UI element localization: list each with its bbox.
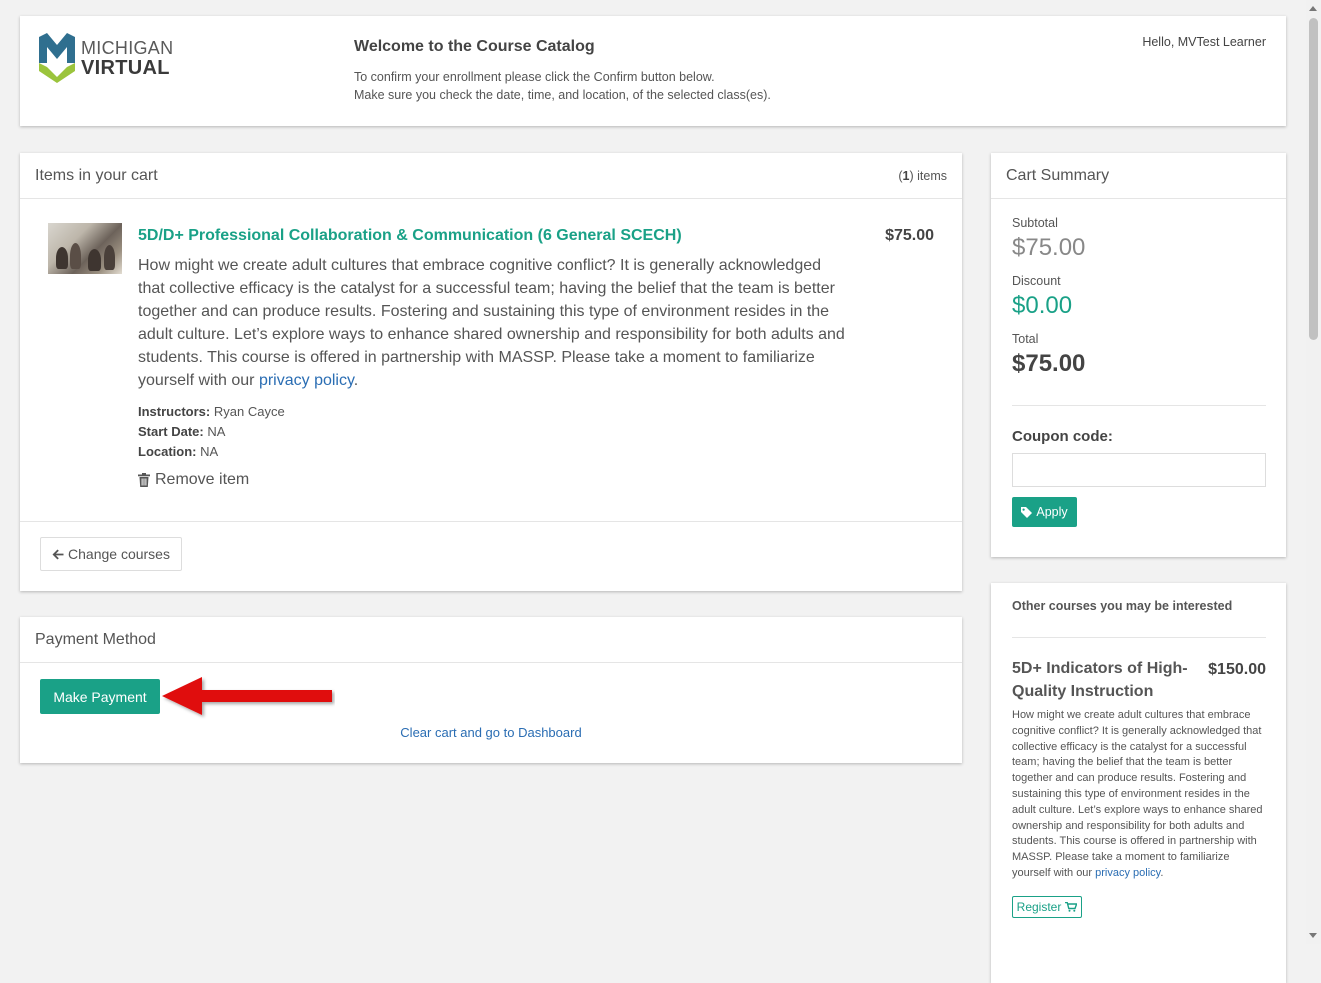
arrow-left-icon — [52, 549, 64, 559]
summary-header: Cart Summary — [991, 153, 1286, 199]
logo-text-line2: VIRTUAL — [81, 57, 170, 79]
user-greeting[interactable]: Hello, MVTest Learner — [1142, 35, 1266, 49]
total-value: $75.00 — [1012, 350, 1086, 377]
register-button[interactable]: Register — [1012, 896, 1082, 918]
change-courses-button[interactable]: Change courses — [40, 537, 182, 571]
scrollbar-thumb[interactable] — [1309, 18, 1318, 340]
course-description: How might we create adult cultures that … — [138, 257, 845, 389]
logo-text-line1: MICHIGAN — [81, 38, 174, 58]
cart-divider — [20, 521, 962, 522]
clear-cart-link[interactable]: Clear cart and go to Dashboard — [20, 725, 962, 740]
course-price: $75.00 — [885, 227, 934, 244]
trash-icon — [138, 473, 150, 487]
apply-coupon-button[interactable]: Apply — [1012, 497, 1077, 527]
make-payment-button[interactable]: Make Payment — [40, 679, 160, 714]
summary-divider — [1012, 405, 1266, 406]
summary-title: Cart Summary — [1006, 166, 1110, 184]
remove-item-link[interactable]: Remove item — [138, 471, 249, 489]
course-title-link[interactable]: 5D/D+ Professional Collaboration & Commu… — [138, 227, 682, 245]
cart-item-count: (1) items — [898, 168, 947, 183]
coupon-input[interactable] — [1012, 453, 1266, 487]
other-courses-panel: Other courses you may be interested 5D+ … — [991, 583, 1286, 983]
location-row: Location: NA — [138, 444, 219, 459]
coupon-label: Coupon code: — [1012, 428, 1113, 445]
cart-icon — [1065, 902, 1078, 912]
other-course-description: How might we create adult cultures that … — [1012, 709, 1263, 879]
payment-title: Payment Method — [35, 630, 156, 648]
subtotal-label: Subtotal — [1012, 216, 1058, 230]
summary-body: Subtotal $75.00 Discount $0.00 Total $75… — [1012, 216, 1266, 390]
cart-title: Items in your cart — [35, 166, 158, 184]
course-thumbnail[interactable] — [48, 223, 122, 274]
course-meta: Instructors: Ryan Cayce Start Date: NA L… — [138, 402, 285, 462]
cart-panel: Items in your cart (1) items 5D/D+ Profe… — [20, 153, 962, 591]
instructors-row: Instructors: Ryan Cayce — [138, 404, 285, 419]
payment-panel: Payment Method Make Payment Clear cart a… — [20, 617, 962, 763]
welcome-block: Welcome to the Course Catalog To confirm… — [354, 38, 771, 104]
other-privacy-policy-link[interactable]: privacy policy — [1095, 867, 1160, 879]
scroll-up-arrow-icon[interactable] — [1309, 6, 1317, 11]
welcome-line-2: Make sure you check the date, time, and … — [354, 88, 771, 102]
payment-header: Payment Method — [20, 617, 962, 663]
other-courses-heading: Other courses you may be interested — [1012, 599, 1233, 613]
other-course-price: $150.00 — [1208, 661, 1266, 678]
total-label: Total — [1012, 332, 1039, 346]
other-course-title[interactable]: 5D+ Indicators of High-Quality Instructi… — [1012, 657, 1197, 703]
tag-icon — [1021, 506, 1033, 518]
scroll-down-arrow-icon[interactable] — [1309, 933, 1317, 938]
red-arrow-annotation — [162, 677, 332, 715]
michigan-virtual-logo[interactable]: MICHIGAN VIRTUAL — [39, 33, 173, 83]
welcome-line-1: To confirm your enrollment please click … — [354, 70, 715, 84]
welcome-title: Welcome to the Course Catalog — [354, 38, 595, 55]
start-date-row: Start Date: NA — [138, 424, 226, 439]
page-scrollbar[interactable] — [1306, 0, 1321, 944]
logo-mark-icon — [39, 33, 75, 83]
cart-summary-panel: Cart Summary Subtotal $75.00 Discount $0… — [991, 153, 1286, 557]
cart-header: Items in your cart (1) items — [20, 153, 962, 199]
privacy-policy-link[interactable]: privacy policy — [259, 372, 354, 389]
discount-label: Discount — [1012, 274, 1061, 288]
discount-value: $0.00 — [1012, 292, 1073, 319]
header-panel: MICHIGAN VIRTUAL Welcome to the Course C… — [20, 16, 1286, 126]
other-divider — [1012, 637, 1266, 638]
subtotal-value: $75.00 — [1012, 234, 1086, 261]
